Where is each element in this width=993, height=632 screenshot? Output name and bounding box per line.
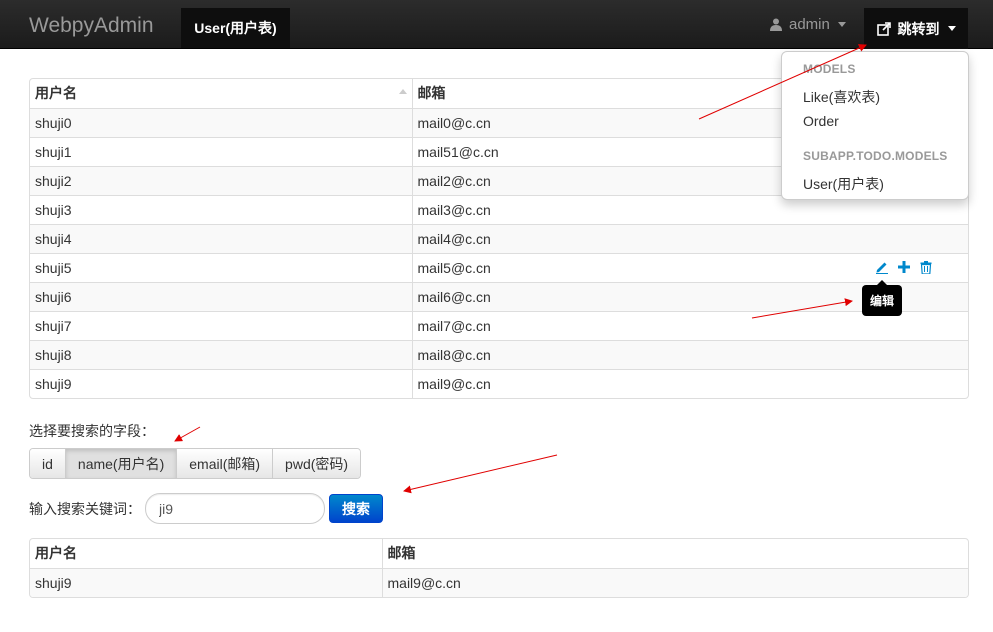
jump-menu-label: 跳转到	[897, 20, 940, 37]
annotation-arrow	[174, 426, 201, 442]
table-header-row: 用户名 邮箱	[30, 539, 968, 568]
row-actions	[874, 259, 934, 275]
edit-icon[interactable]	[874, 259, 890, 275]
search-button[interactable]: 搜索	[329, 494, 383, 523]
field-option-1[interactable]: name(用户名)	[64, 449, 177, 478]
search-field-selector: id name(用户名) email(邮箱) pwd(密码)	[29, 448, 362, 479]
column-header-username[interactable]: 用户名	[30, 79, 412, 108]
edit-tooltip: 编辑	[862, 280, 902, 316]
cell-email: mail8@c.cn	[411, 339, 968, 369]
user-menu-label: admin	[789, 16, 830, 33]
cell-username: shuji3	[30, 194, 412, 224]
cell-username: shuji0	[30, 107, 412, 137]
sort-icon	[398, 89, 407, 95]
table-row[interactable]: shuji9 mail9@c.cn	[30, 368, 968, 398]
jump-menu-button[interactable]: 跳转到	[864, 8, 968, 49]
table-row[interactable]: shuji7 mail7@c.cn	[30, 310, 968, 340]
cell-email: mail4@c.cn	[411, 223, 968, 253]
cell-username: shuji6	[30, 281, 412, 311]
brand-logo[interactable]: WebpyAdmin	[29, 0, 154, 49]
chevron-down-icon	[837, 22, 846, 27]
cell-username: shuji9	[30, 567, 382, 597]
cell-email: mail9@c.cn	[411, 368, 968, 398]
user-menu[interactable]: admin	[770, 0, 846, 49]
table-row[interactable]: shuji9 mail9@c.cn	[30, 567, 968, 597]
cell-username: shuji2	[30, 165, 412, 195]
annotation-arrow	[403, 454, 558, 494]
field-option-0[interactable]: id	[30, 449, 65, 478]
cell-username: shuji1	[30, 136, 412, 166]
search-input[interactable]	[145, 493, 325, 524]
table-row[interactable]: shuji5 mail5@c.cn	[30, 252, 968, 282]
user-icon	[770, 18, 782, 31]
plus-icon[interactable]	[896, 259, 912, 275]
result-table: 用户名 邮箱 shuji9 mail9@c.cn	[29, 538, 969, 598]
chevron-down-icon	[947, 26, 956, 31]
dropdown-item[interactable]: Order	[803, 113, 839, 129]
keyword-label: 输入搜索关键词：	[29, 502, 141, 518]
top-navbar: WebpyAdmin User(用户表) admin 跳转到	[0, 0, 993, 49]
external-link-icon	[876, 21, 891, 36]
search-field-label: 选择要搜索的字段：	[29, 424, 155, 440]
table-row[interactable]: shuji4 mail4@c.cn	[30, 223, 968, 253]
field-option-2[interactable]: email(邮箱)	[176, 449, 273, 478]
field-option-3[interactable]: pwd(密码)	[272, 449, 361, 478]
cell-username: shuji7	[30, 310, 412, 340]
jump-dropdown-menu: MODELS Like(喜欢表) Order SUBAPP.TODO.MODELS Us…	[781, 51, 969, 200]
cell-email: mail9@c.cn	[381, 567, 968, 597]
dropdown-item[interactable]: Like(喜欢表)	[803, 87, 880, 107]
cell-username: shuji5	[30, 252, 412, 282]
trash-icon[interactable]	[918, 259, 934, 275]
cell-username: shuji9	[30, 368, 412, 398]
cell-username: shuji4	[30, 223, 412, 253]
column-header-email[interactable]: 邮箱	[381, 539, 968, 568]
column-header-username[interactable]: 用户名	[30, 539, 382, 568]
nav-tab-user[interactable]: User(用户表)	[181, 8, 290, 48]
table-row[interactable]: shuji8 mail8@c.cn	[30, 339, 968, 369]
table-row[interactable]: shuji6 mail6@c.cn	[30, 281, 968, 311]
dropdown-group-header: MODELS	[803, 62, 856, 76]
cell-username: shuji8	[30, 339, 412, 369]
dropdown-group-header: SUBAPP.TODO.MODELS	[803, 149, 948, 163]
dropdown-item[interactable]: User(用户表)	[803, 174, 884, 194]
